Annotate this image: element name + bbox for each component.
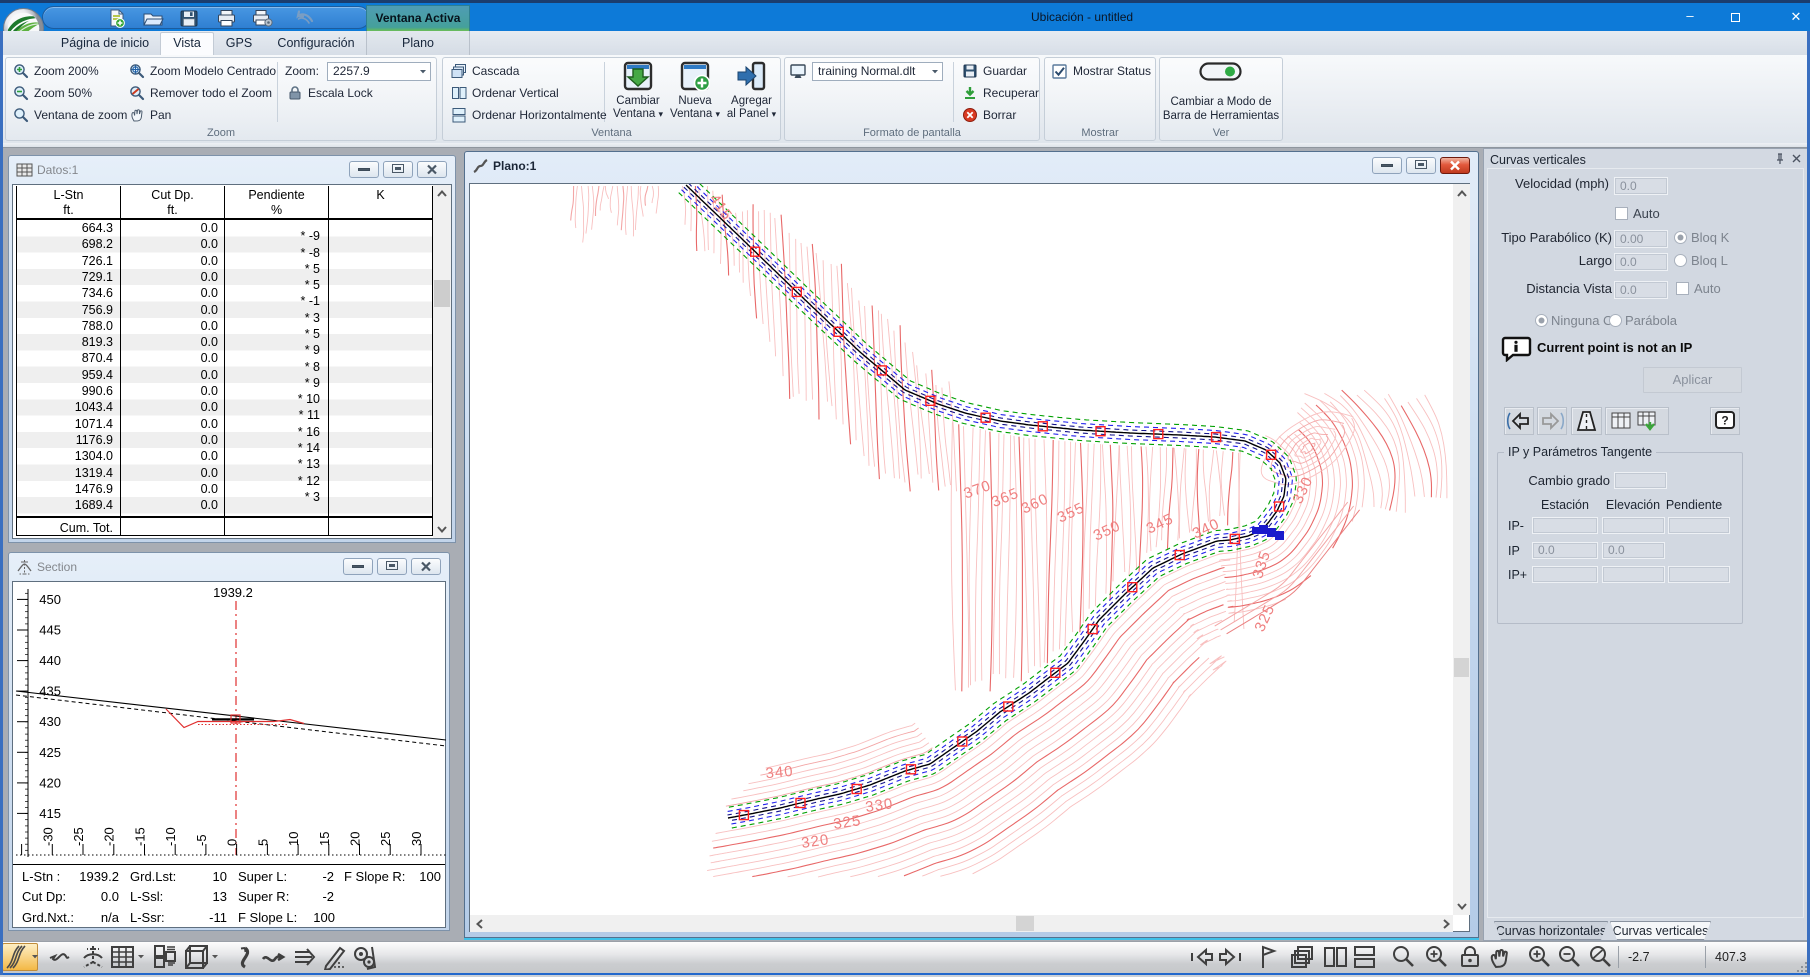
svg-text:325: 325 xyxy=(832,812,862,833)
svg-text:1939.2: 1939.2 xyxy=(213,585,253,600)
svg-text:-30: -30 xyxy=(40,827,55,846)
svg-text:330: 330 xyxy=(1289,474,1316,507)
svg-text:425: 425 xyxy=(39,745,61,760)
svg-text:0: 0 xyxy=(225,839,240,846)
svg-text:350: 350 xyxy=(1091,517,1124,544)
svg-text:340: 340 xyxy=(765,763,794,782)
svg-text:430: 430 xyxy=(39,714,61,729)
svg-text:435: 435 xyxy=(39,684,61,699)
svg-text:330: 330 xyxy=(864,795,894,816)
svg-text:-25: -25 xyxy=(71,827,86,846)
svg-text:-10: -10 xyxy=(163,827,178,846)
svg-text:415: 415 xyxy=(39,806,61,821)
svg-text:30: 30 xyxy=(409,832,424,846)
svg-text:-5: -5 xyxy=(194,834,209,846)
svg-text:320: 320 xyxy=(800,831,830,852)
svg-text:445: 445 xyxy=(39,623,61,638)
svg-text:-20: -20 xyxy=(102,827,117,846)
svg-text:450: 450 xyxy=(39,592,61,607)
svg-text:25: 25 xyxy=(378,832,393,846)
svg-text:335: 335 xyxy=(1249,549,1274,581)
svg-text:10: 10 xyxy=(286,832,301,846)
svg-text:440: 440 xyxy=(39,653,61,668)
svg-text:-15: -15 xyxy=(133,827,148,846)
svg-text:370: 370 xyxy=(961,477,993,503)
svg-text:420: 420 xyxy=(39,775,61,790)
svg-text:15: 15 xyxy=(317,832,332,846)
svg-text:5: 5 xyxy=(255,839,270,846)
svg-text:20: 20 xyxy=(348,832,363,846)
svg-text:?: ? xyxy=(1721,414,1728,428)
svg-text:325: 325 xyxy=(1251,602,1278,635)
